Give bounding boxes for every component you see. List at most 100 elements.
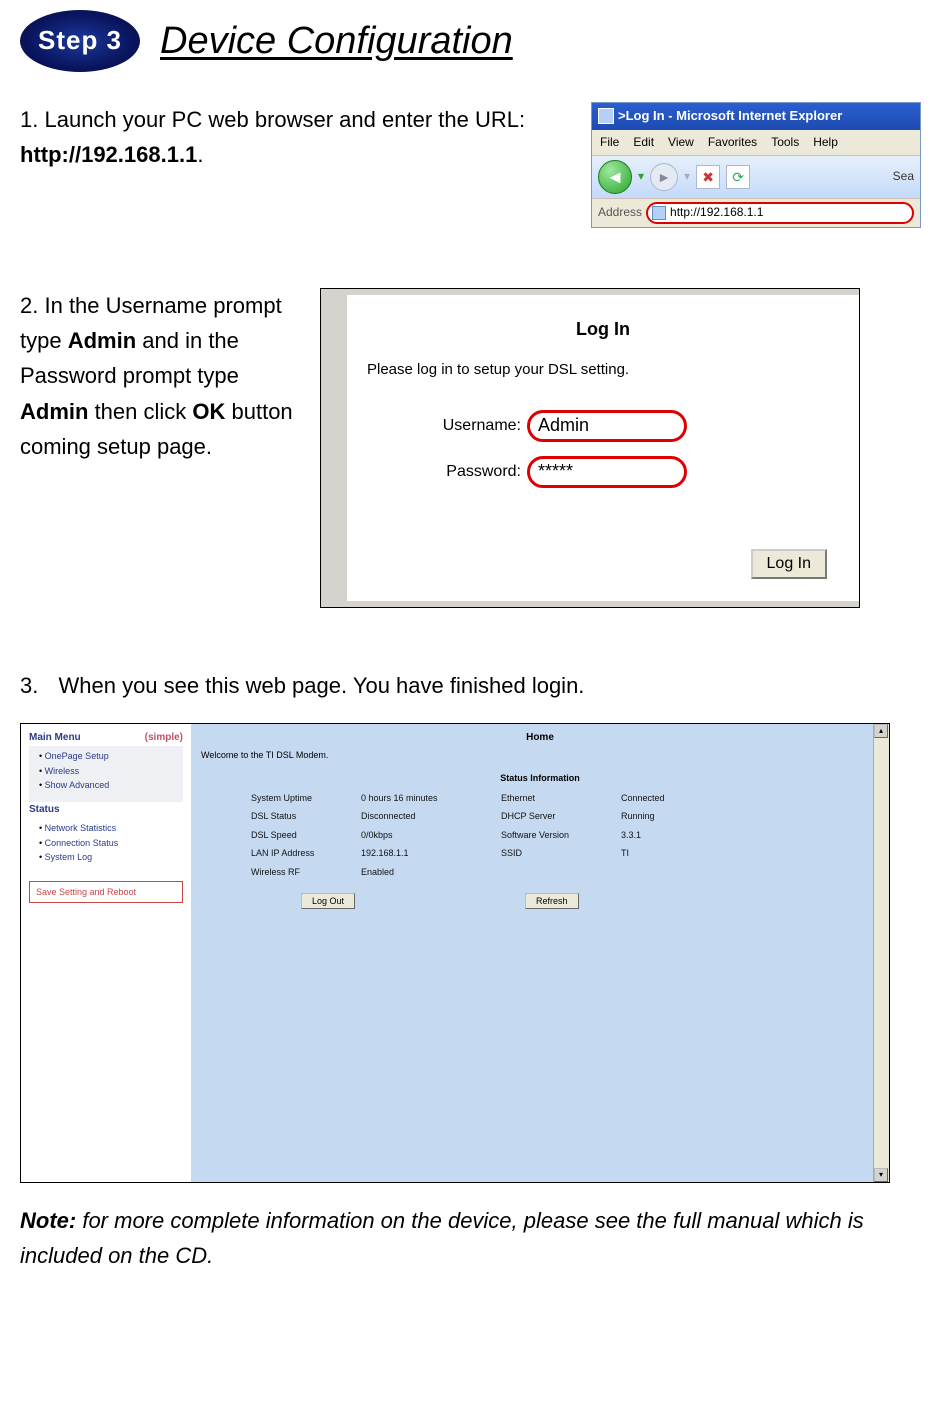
stop-button[interactable]: ✖ (696, 165, 720, 189)
text: then click (88, 399, 192, 424)
menu-help[interactable]: Help (813, 133, 838, 152)
username-label: Username: (367, 413, 527, 439)
login-subtitle: Please log in to setup your DSL setting. (367, 358, 839, 382)
step-3-text: 3. When you see this web page. You have … (20, 668, 921, 703)
menu-item[interactable]: OnePage Setup (39, 749, 183, 763)
menu-tools[interactable]: Tools (771, 133, 799, 152)
menu-favorites[interactable]: Favorites (708, 133, 757, 152)
back-chevron-icon[interactable]: ▾ (638, 167, 644, 186)
cell: Enabled (361, 865, 501, 879)
step-badge: Step 3 (20, 10, 140, 72)
main-menu-list: OnePage Setup Wireless Show Advanced (29, 746, 183, 802)
text: Launch your PC web browser and enter the… (44, 107, 525, 132)
logout-button[interactable]: Log Out (301, 893, 355, 909)
address-value: http://192.168.1.1 (670, 203, 763, 222)
cell: Wireless RF (251, 865, 361, 879)
sidebar-heading: Main Menu (simple) (29, 730, 183, 746)
simple-label[interactable]: (simple) (145, 730, 183, 746)
step-1-text: 1. Launch your PC web browser and enter … (20, 102, 561, 172)
username-input[interactable]: Admin (527, 410, 687, 442)
bold: Admin (20, 399, 88, 424)
scroll-up-icon[interactable]: ▴ (874, 724, 888, 738)
password-row: Password: ***** (367, 456, 839, 488)
login-window: Log In Please log in to setup your DSL s… (320, 288, 860, 608)
ie-title-text: >Log In - Microsoft Internet Explorer (618, 106, 842, 127)
cell: 0/0kbps (361, 828, 501, 842)
ie-menubar: File Edit View Favorites Tools Help (592, 130, 920, 155)
main-menu-label: Main Menu (29, 730, 81, 746)
scroll-down-icon[interactable]: ▾ (874, 1168, 888, 1182)
step-2: 2. In the Username prompt type Admin and… (20, 288, 921, 608)
ie-titlebar: >Log In - Microsoft Internet Explorer (592, 103, 920, 130)
menu-item[interactable]: System Log (39, 850, 183, 864)
heading-row: Step 3 Device Configuration (20, 10, 921, 72)
username-row: Username: Admin (367, 410, 839, 442)
note: Note: for more complete information on t… (20, 1203, 921, 1273)
ie-window: >Log In - Microsoft Internet Explorer Fi… (591, 102, 921, 228)
cell: 192.168.1.1 (361, 846, 501, 860)
cell: DHCP Server (501, 809, 621, 823)
menu-item[interactable]: Network Statistics (39, 821, 183, 835)
address-label: Address (598, 203, 642, 222)
menu-view[interactable]: View (668, 133, 694, 152)
ie-page-icon (598, 108, 614, 124)
list-number: 2. (20, 293, 38, 318)
fwd-chevron-icon: ▾ (684, 167, 690, 186)
refresh-button[interactable]: Refresh (525, 893, 579, 909)
back-button[interactable]: ◄ (598, 160, 632, 194)
homepage-window: Main Menu (simple) OnePage Setup Wireles… (20, 723, 890, 1183)
cell: Running (621, 809, 721, 823)
cell: SSID (501, 846, 621, 860)
cell: Ethernet (501, 791, 621, 805)
scrollbar[interactable]: ▴ ▾ (873, 724, 889, 1182)
step-1: 1. Launch your PC web browser and enter … (20, 102, 921, 228)
note-label: Note: (20, 1208, 76, 1233)
sidebar: Main Menu (simple) OnePage Setup Wireles… (21, 724, 191, 1182)
home-title: Home (201, 730, 879, 746)
cell (621, 865, 721, 879)
welcome-text: Welcome to the TI DSL Modem. (201, 748, 879, 762)
page-icon (652, 206, 666, 220)
cell: Software Version (501, 828, 621, 842)
cell: LAN IP Address (251, 846, 361, 860)
menu-edit[interactable]: Edit (633, 133, 654, 152)
cell: TI (621, 846, 721, 860)
cell: Disconnected (361, 809, 501, 823)
address-field[interactable]: http://192.168.1.1 (646, 202, 914, 224)
login-panel: Log In Please log in to setup your DSL s… (347, 295, 859, 601)
cell: 3.3.1 (621, 828, 721, 842)
cell: System Uptime (251, 791, 361, 805)
cell (501, 865, 621, 879)
main-content: Home Welcome to the TI DSL Modem. Status… (191, 724, 889, 1182)
cell: DSL Status (251, 809, 361, 823)
menu-item[interactable]: Show Advanced (39, 778, 183, 792)
ie-address-bar: Address http://192.168.1.1 (592, 198, 920, 227)
note-text: for more complete information on the dev… (20, 1208, 864, 1268)
forward-button[interactable]: ► (650, 163, 678, 191)
status-grid: System Uptime0 hours 16 minutesEthernetC… (251, 791, 879, 879)
save-reboot-button[interactable]: Save Setting and Reboot (29, 881, 183, 903)
bold: Admin (68, 328, 136, 353)
search-label[interactable]: Sea (893, 167, 914, 186)
list-number: 3. (20, 673, 38, 698)
cell: 0 hours 16 minutes (361, 791, 501, 805)
login-button[interactable]: Log In (751, 549, 827, 579)
bold: OK (192, 399, 225, 424)
cell: Connected (621, 791, 721, 805)
url-bold: http://192.168.1.1 (20, 142, 197, 167)
status-list: Network Statistics Connection Status Sys… (29, 818, 183, 874)
menu-file[interactable]: File (600, 133, 619, 152)
login-title: Log In (367, 315, 839, 344)
password-input[interactable]: ***** (527, 456, 687, 488)
password-label: Password: (367, 459, 527, 485)
page-title: Device Configuration (160, 11, 513, 72)
menu-item[interactable]: Connection Status (39, 836, 183, 850)
text: When you see this web page. You have fin… (58, 673, 584, 698)
menu-item[interactable]: Wireless (39, 764, 183, 778)
refresh-button[interactable]: ⟳ (726, 165, 750, 189)
button-row: Log Out Refresh (301, 893, 879, 909)
step-2-text: 2. In the Username prompt type Admin and… (20, 288, 300, 464)
cell: DSL Speed (251, 828, 361, 842)
ie-toolbar: ◄ ▾ ► ▾ ✖ ⟳ Sea (592, 155, 920, 198)
status-info-title: Status Information (201, 771, 879, 785)
